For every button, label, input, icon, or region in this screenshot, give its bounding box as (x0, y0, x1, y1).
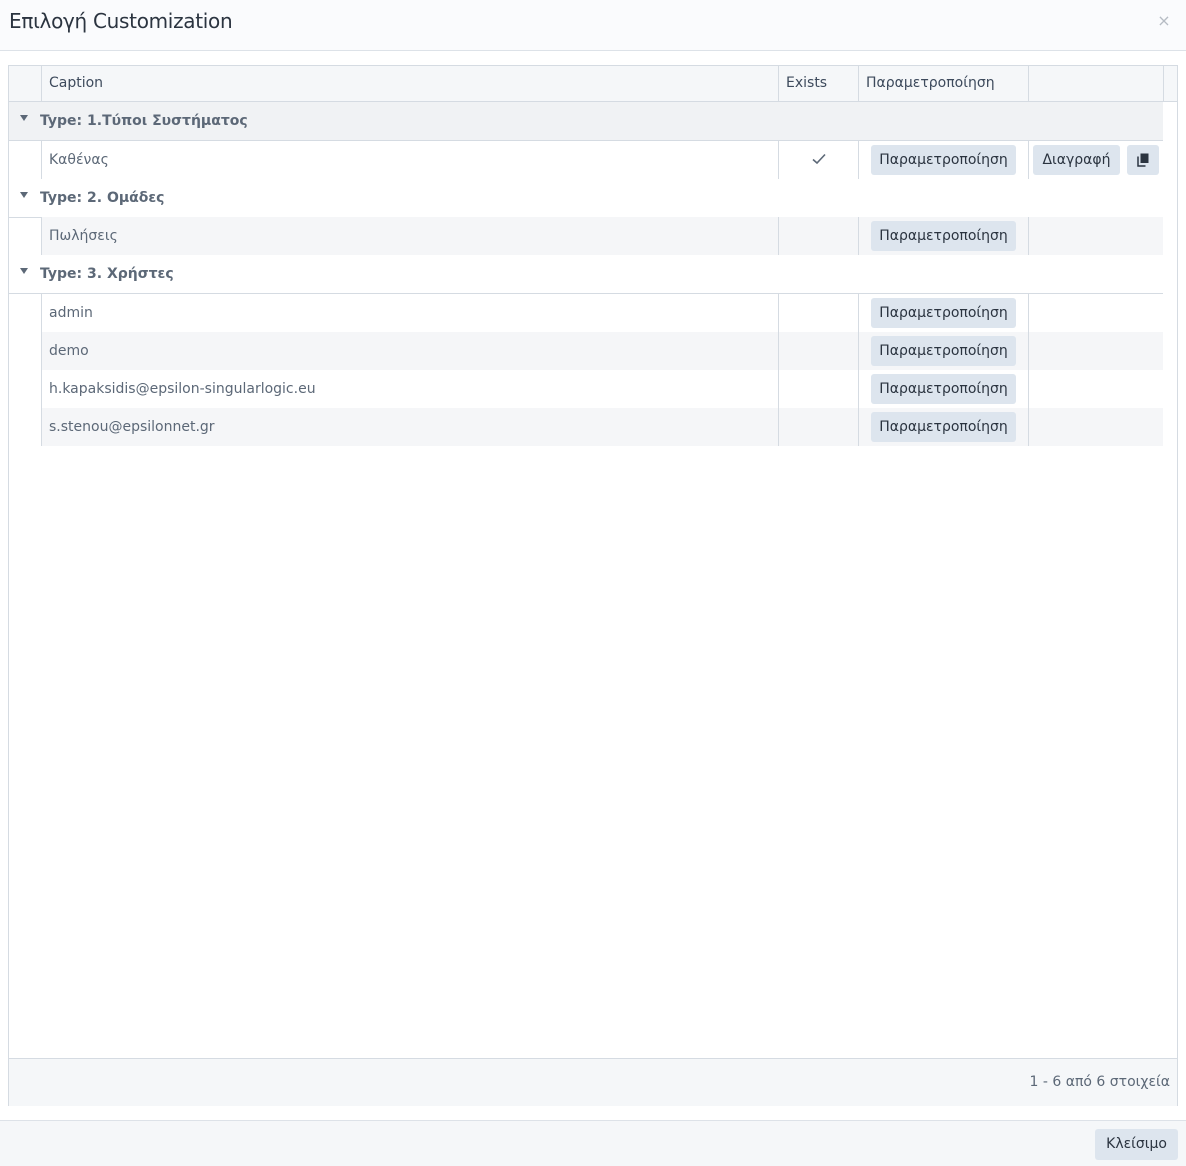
exists-cell (778, 332, 858, 370)
collapse-arrow-icon[interactable] (20, 268, 28, 274)
caption-cell: Καθένας (41, 141, 778, 179)
param-cell: Παραμετροποίηση (858, 370, 1028, 408)
exists-cell (778, 408, 858, 446)
caption-cell: s.stenou@epsilonnet.gr (41, 408, 778, 446)
delete-button[interactable]: Διαγραφή (1033, 145, 1120, 175)
close-button[interactable]: Κλείσιμο (1095, 1129, 1178, 1160)
customize-button[interactable]: Παραμετροποίηση (871, 336, 1016, 366)
header-expand-col (9, 66, 41, 101)
collapse-arrow-icon[interactable] (20, 192, 28, 198)
check-icon (812, 153, 826, 165)
dialog-footer: Κλείσιμο (0, 1120, 1186, 1166)
dialog-header: Επιλογή Customization × (0, 0, 1186, 51)
caption-cell: h.kapaksidis@epsilon-singularlogic.eu (41, 370, 778, 408)
exists-cell (778, 294, 858, 332)
customization-grid: Caption Exists Παραμετροποίηση Type: 1.Τ… (8, 65, 1178, 1106)
header-actions (1029, 66, 1163, 101)
table-row[interactable]: s.stenou@epsilonnet.gr Παραμετροποίηση (41, 408, 1163, 446)
customize-button[interactable]: Παραμετροποίηση (871, 221, 1016, 251)
caption-cell: demo (41, 332, 778, 370)
dialog-title: Επιλογή Customization (9, 9, 233, 33)
pager-info: 1 - 6 από 6 στοιχεία (1029, 1074, 1170, 1090)
table-row[interactable]: Πωλήσεις Παραμετροποίηση (41, 217, 1163, 255)
group-label: Type: 1.Τύποι Συστήματος (40, 113, 248, 129)
caption-cell: Πωλήσεις (41, 217, 778, 255)
table-row[interactable]: admin Παραμετροποίηση (41, 294, 1163, 332)
exists-cell (778, 370, 858, 408)
group-label: Type: 3. Χρήστες (40, 266, 174, 282)
header-divider (1163, 66, 1164, 101)
table-row[interactable]: demo Παραμετροποίηση (41, 332, 1163, 370)
group-row[interactable]: Type: 2. Ομάδες (9, 179, 1163, 218)
param-cell: Παραμετροποίηση (858, 141, 1028, 179)
param-cell: Παραμετροποίηση (858, 217, 1028, 255)
group-row[interactable]: Type: 3. Χρήστες (9, 255, 1163, 294)
actions-cell (1028, 408, 1163, 446)
actions-cell (1028, 332, 1163, 370)
actions-cell: Διαγραφή (1028, 141, 1163, 179)
table-row[interactable]: Καθένας Παραμετροποίηση Διαγραφή (41, 141, 1163, 179)
group-label: Type: 2. Ομάδες (40, 190, 165, 206)
param-cell: Παραμετροποίηση (858, 332, 1028, 370)
param-cell: Παραμετροποίηση (858, 408, 1028, 446)
grid-pager: 1 - 6 από 6 στοιχεία (9, 1058, 1177, 1106)
customize-button[interactable]: Παραμετροποίηση (871, 374, 1016, 404)
exists-cell (778, 217, 858, 255)
actions-cell (1028, 217, 1163, 255)
exists-cell (778, 141, 858, 179)
close-icon[interactable]: × (1156, 12, 1172, 30)
param-cell: Παραμετροποίηση (858, 294, 1028, 332)
collapse-arrow-icon[interactable] (20, 115, 28, 121)
copy-button[interactable] (1127, 145, 1159, 175)
customize-button[interactable]: Παραμετροποίηση (871, 298, 1016, 328)
customize-button[interactable]: Παραμετροποίηση (871, 145, 1016, 175)
actions-cell (1028, 370, 1163, 408)
copy-icon (1137, 153, 1149, 167)
actions-cell (1028, 294, 1163, 332)
header-exists[interactable]: Exists (779, 66, 858, 101)
header-param[interactable]: Παραμετροποίηση (859, 66, 1028, 101)
caption-cell: admin (41, 294, 778, 332)
grid-header: Caption Exists Παραμετροποίηση (9, 66, 1177, 102)
table-row[interactable]: h.kapaksidis@epsilon-singularlogic.eu Πα… (41, 370, 1163, 408)
customize-button[interactable]: Παραμετροποίηση (871, 412, 1016, 442)
group-row[interactable]: Type: 1.Τύποι Συστήματος (9, 102, 1163, 141)
header-caption[interactable]: Caption (42, 66, 778, 101)
